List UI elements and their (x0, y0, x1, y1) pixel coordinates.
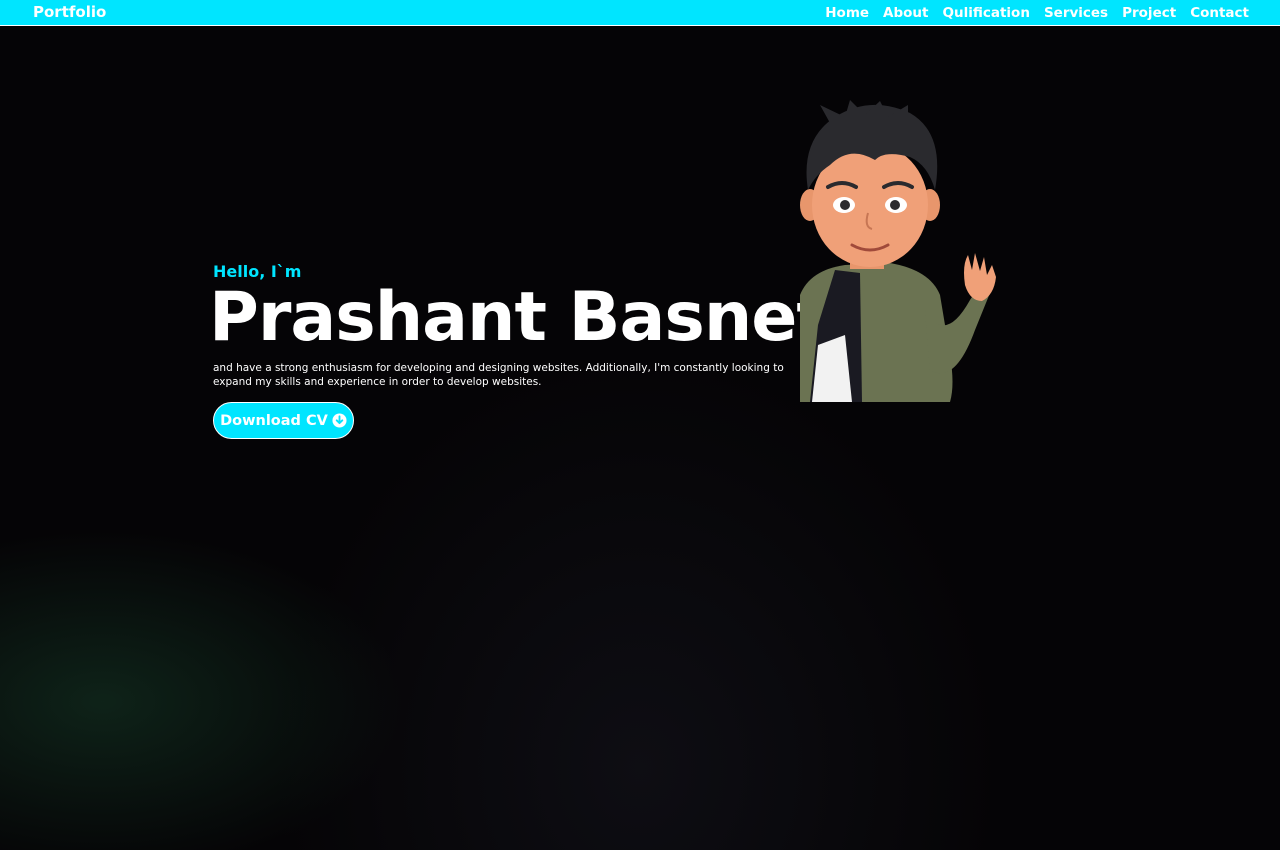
waving-cartoon-avatar (800, 100, 996, 402)
nav-link-project[interactable]: Project (1122, 5, 1176, 21)
navbar: Portfolio Home About Qulification Servic… (0, 0, 1280, 26)
nav-link-about[interactable]: About (883, 5, 928, 21)
hero-name: Prashant Basnet (209, 278, 829, 357)
brand-logo[interactable]: Portfolio (33, 3, 106, 21)
nav-link-home[interactable]: Home (825, 5, 869, 21)
download-cv-label: Download CV (220, 412, 328, 429)
nav-link-contact[interactable]: Contact (1190, 5, 1249, 21)
hero-description: and have a strong enthusiasm for develop… (213, 362, 784, 388)
nav-link-qualification[interactable]: Qulification (943, 5, 1030, 21)
download-icon (332, 413, 347, 428)
nav-link-services[interactable]: Services (1044, 5, 1108, 21)
download-cv-button[interactable]: Download CV (213, 402, 354, 439)
hero-section (0, 27, 1280, 850)
nav-links: Home About Qulification Services Project… (825, 5, 1249, 21)
